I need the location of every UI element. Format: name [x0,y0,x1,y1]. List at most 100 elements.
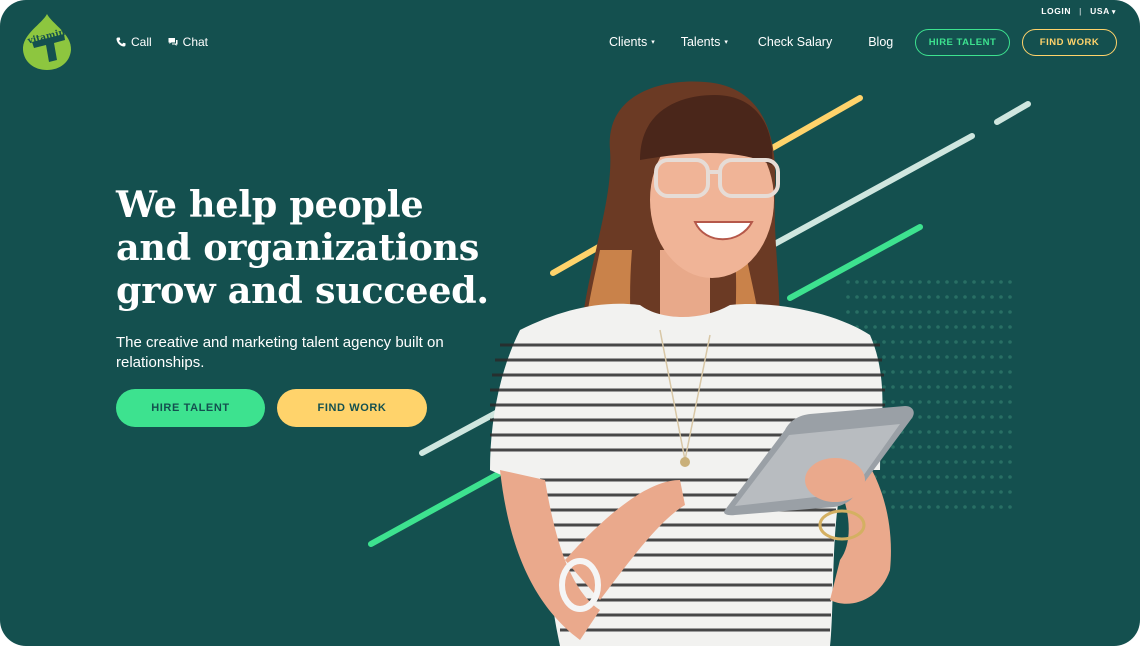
dot [936,295,940,299]
dot [945,370,949,374]
dot [945,340,949,344]
dot [963,430,967,434]
hero-find-work-button[interactable]: FIND WORK [277,389,427,427]
dot [954,415,958,419]
nav-item-clients[interactable]: Clients ▾ [609,35,655,49]
dot [918,385,922,389]
tablet [724,406,914,516]
dot [882,460,886,464]
hero-hire-talent-button[interactable]: HIRE TALENT [116,389,265,427]
dot [927,475,931,479]
dot [864,505,868,509]
nav-item-talents[interactable]: Talents ▾ [681,35,728,49]
dot [954,340,958,344]
dot [846,445,850,449]
main-nav: Clients ▾ Talents ▾ Check Salary Blog [609,35,893,49]
header-find-work-button[interactable]: FIND WORK [1022,29,1117,56]
nav-item-check-salary[interactable]: Check Salary [758,35,832,49]
nav-label: Talents [680,35,721,49]
dot [864,475,868,479]
hero-title: We help people and organizations grow an… [116,183,536,312]
dot [882,355,886,359]
dot [900,325,904,329]
dot [864,460,868,464]
dot [873,430,877,434]
dot [1008,295,1012,299]
region-selector[interactable]: USA ▾ [1090,6,1116,16]
login-link[interactable]: LOGIN [1041,6,1071,16]
nav-item-blog[interactable]: Blog [868,35,893,49]
dot [918,325,922,329]
dot [855,460,859,464]
dot [927,460,931,464]
dot [864,400,868,404]
dot [999,355,1003,359]
dot [981,325,985,329]
shirt-stripes [490,343,885,632]
dot [936,415,940,419]
dot [972,490,976,494]
dot [927,505,931,509]
hero-subtitle: The creative and marketing talent agency… [116,334,444,371]
dot [882,505,886,509]
dot [873,505,877,509]
dot [945,325,949,329]
vitamin-t-logo[interactable]: vitamin [20,12,74,72]
dot [900,445,904,449]
dot [927,370,931,374]
dot [909,430,913,434]
dot [927,310,931,314]
dot [981,445,985,449]
dot [972,370,976,374]
woman-with-tablet [490,81,914,646]
dot [864,310,868,314]
caret-down-icon: ▾ [724,39,728,46]
dot [891,370,895,374]
dot [936,385,940,389]
dot [882,295,886,299]
dot [963,415,967,419]
dot [963,505,967,509]
dot [981,280,985,284]
dot [972,400,976,404]
dot [864,445,868,449]
dot [990,325,994,329]
region-label: USA [1090,6,1110,16]
chat-link[interactable]: Chat [168,35,208,49]
dot [1008,280,1012,284]
dot [963,385,967,389]
dot [873,475,877,479]
dot [873,385,877,389]
dot [999,430,1003,434]
dot [891,355,895,359]
dot [891,280,895,284]
dot [1008,415,1012,419]
dot [873,490,877,494]
dot [918,295,922,299]
dot [909,295,913,299]
dot [891,415,895,419]
call-link[interactable]: Call [116,35,152,49]
dot [936,505,940,509]
utility-separator: | [1079,6,1083,16]
dot [909,490,913,494]
dot [882,490,886,494]
dot [972,310,976,314]
phone-icon [116,37,126,47]
dot [864,385,868,389]
dot [846,355,850,359]
header-hire-talent-button[interactable]: HIRE TALENT [915,29,1010,56]
dot [981,340,985,344]
dot [981,385,985,389]
hero-title-line: We help people [116,183,424,226]
dot [1008,340,1012,344]
dot [945,430,949,434]
dot [846,415,850,419]
dot [945,385,949,389]
dot [918,475,922,479]
dot [990,295,994,299]
dot [954,490,958,494]
dot [999,280,1003,284]
dot [972,355,976,359]
dot [864,325,868,329]
